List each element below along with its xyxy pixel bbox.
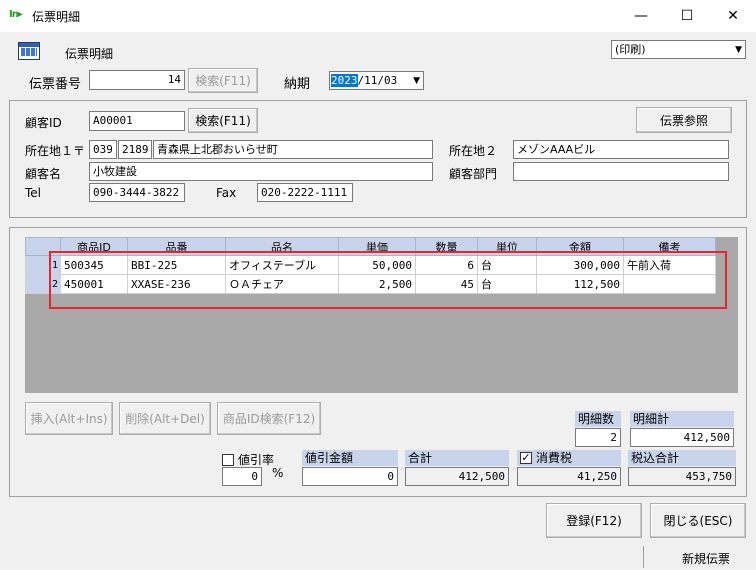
minimize-button[interactable]: —: [618, 0, 664, 32]
customer-name-field[interactable]: 小牧建設: [89, 162, 433, 181]
new-slip-status: 新規伝票: [682, 552, 731, 566]
line-total-label: 明細計: [630, 411, 734, 427]
title-bar: In▸ 伝票明細 — ☐ ✕: [0, 0, 756, 32]
discount-rate-checkbox[interactable]: [222, 453, 234, 466]
product-id-search-button[interactable]: 商品ID検索(F12): [217, 402, 321, 435]
discount-rate-label: 値引率: [238, 453, 275, 467]
customer-search-button[interactable]: 検索(F11): [188, 108, 258, 133]
slip-search-button[interactable]: 検索(F11): [188, 68, 258, 93]
grand-total-field: 453,750: [628, 467, 736, 486]
customer-dept-field[interactable]: [513, 162, 729, 181]
delivery-label: 納期: [284, 77, 311, 92]
delivery-year: 2023: [331, 74, 358, 87]
zip-code-2-field[interactable]: 2189: [118, 140, 152, 159]
customer-id-label: 顧客ID: [25, 116, 62, 130]
discount-rate-field[interactable]: 0: [222, 467, 262, 486]
line-count-label: 明細数: [575, 411, 621, 427]
chevron-down-icon[interactable]: ▼: [413, 72, 420, 89]
table-icon: [18, 42, 40, 60]
total-label: 合計: [405, 450, 509, 466]
maximize-button[interactable]: ☐: [664, 0, 710, 32]
tax-label: 消費税: [536, 451, 573, 465]
close-button[interactable]: 閉じる(ESC): [650, 503, 746, 538]
print-select[interactable]: (印刷) ▼: [611, 40, 746, 59]
customer-id-field[interactable]: A00001: [89, 111, 185, 131]
discount-amount-field[interactable]: 0: [302, 467, 398, 486]
insert-row-button[interactable]: 挿入(Alt+Ins): [25, 402, 113, 435]
zip-code-1-field[interactable]: 039: [89, 140, 117, 159]
customer-dept-label: 顧客部門: [449, 167, 498, 181]
tel-field[interactable]: 090-3444-3822: [89, 183, 185, 202]
delivery-month-day: /11/03: [357, 74, 398, 87]
tax-field: 41,250: [517, 467, 621, 486]
app-logo-icon: In▸: [9, 9, 23, 20]
slip-number-field[interactable]: 14: [89, 70, 185, 90]
window-title: 伝票明細: [32, 10, 81, 24]
register-button[interactable]: 登録(F12): [546, 503, 642, 538]
address1-field[interactable]: 青森県上北郡おいらせ町: [153, 140, 433, 159]
discount-amount-label: 値引金額: [302, 450, 398, 466]
grand-total-label: 税込合計: [628, 450, 736, 466]
address2-field[interactable]: メゾンAAAビル: [513, 140, 729, 159]
total-field: 412,500: [405, 467, 509, 486]
status-bar: 新規伝票: [0, 544, 756, 570]
slip-number-label: 伝票番号: [29, 77, 82, 92]
line-total-field: 412,500: [630, 428, 734, 447]
fax-field[interactable]: 020-2222-1111: [257, 183, 353, 202]
chevron-down-icon: ▼: [735, 45, 742, 55]
highlight-box: [49, 251, 727, 309]
delivery-date-field[interactable]: 2023/11/03 ▼: [329, 71, 424, 90]
slip-reference-button[interactable]: 伝票参照: [636, 107, 732, 133]
tax-checkbox[interactable]: ✓: [520, 451, 532, 464]
status-divider: [643, 546, 644, 568]
percent-sign: %: [272, 466, 284, 480]
address1-label: 所在地１〒: [25, 144, 86, 158]
close-window-button[interactable]: ✕: [710, 0, 756, 32]
fax-label: Fax: [216, 186, 237, 200]
address2-label: 所在地２: [449, 144, 498, 158]
tax-toggle[interactable]: ✓ 消費税: [517, 450, 621, 466]
form-title: 伝票明細: [65, 47, 114, 61]
delete-row-button[interactable]: 削除(Alt+Del): [119, 402, 211, 435]
customer-name-label: 顧客名: [25, 167, 62, 181]
discount-rate-toggle[interactable]: 値引率: [222, 451, 274, 468]
tel-label: Tel: [25, 186, 42, 200]
line-count-field: 2: [575, 428, 621, 447]
